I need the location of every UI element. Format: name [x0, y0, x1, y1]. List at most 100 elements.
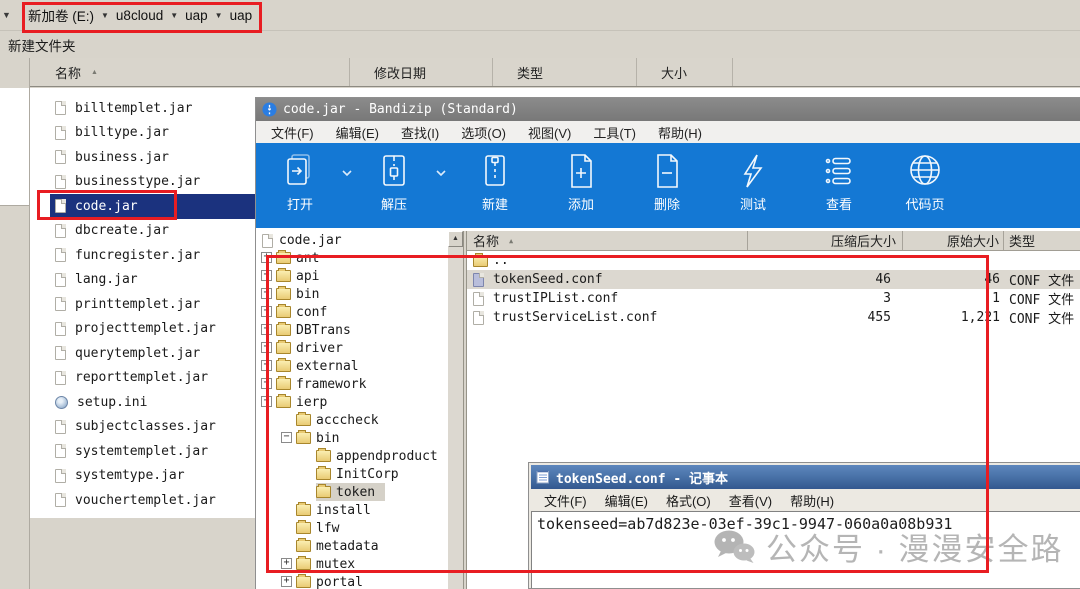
archive-row-trustiplist[interactable]: trustIPList.conf 3 1 CONF 文件 [467, 289, 1080, 308]
menu-options[interactable]: 选项(O) [450, 123, 517, 142]
folder-icon [296, 576, 311, 588]
test-archive-button[interactable]: 测试 [710, 149, 796, 213]
menu-view[interactable]: 查看(V) [720, 491, 781, 510]
column-header-date[interactable]: 修改日期 [350, 58, 493, 86]
menu-file[interactable]: 文件(F) [535, 491, 596, 510]
tree-node-lfw[interactable]: lfw [256, 519, 448, 537]
menu-find[interactable]: 查找(I) [390, 123, 450, 142]
file-icon [55, 420, 66, 434]
archive-column-compressed[interactable]: 压缩后大小 [748, 231, 903, 250]
menu-edit[interactable]: 编辑(E) [325, 123, 390, 142]
notepad-text-area[interactable]: tokenseed=ab7d823e-03ef-39c1-9947-060a0a… [531, 511, 1080, 588]
tree-node-dbtrans[interactable]: DBTrans [256, 321, 448, 339]
breadcrumb-segment-drive[interactable]: 新加卷 (E:) [28, 5, 94, 25]
open-button[interactable]: 打开 [264, 149, 336, 213]
expand-plus-icon[interactable] [281, 558, 292, 569]
expand-plus-icon[interactable] [281, 576, 292, 587]
tree-node-external[interactable]: external [256, 357, 448, 375]
conf-file-icon [473, 311, 484, 325]
tree-node-driver[interactable]: driver [256, 339, 448, 357]
expand-plus-icon[interactable] [261, 252, 272, 263]
folder-icon [276, 324, 291, 336]
tree-node-mutex[interactable]: mutex [256, 555, 448, 573]
tree-node-install[interactable]: install [256, 501, 448, 519]
notepad-title-bar[interactable]: tokenSeed.conf - 记事本 [531, 465, 1080, 489]
delete-files-icon [647, 151, 687, 191]
expand-plus-icon[interactable] [261, 378, 272, 389]
collapse-minus-icon[interactable] [261, 396, 272, 407]
bandizip-logo-icon [262, 102, 277, 117]
new-folder-button[interactable]: 新建文件夹 [8, 35, 76, 55]
tree-root-node[interactable]: code.jar [256, 231, 448, 249]
tree-node-ierp[interactable]: ierp [256, 393, 448, 411]
bandizip-title-bar[interactable]: code.jar - Bandizip (Standard) [256, 98, 1080, 121]
codepage-button[interactable]: 代码页 [882, 149, 968, 213]
folder-icon [316, 486, 331, 498]
token-seed-content: tokenseed=ab7d823e-03ef-39c1-9947-060a0a… [537, 515, 1080, 533]
column-header-name[interactable]: 名称 [30, 58, 350, 86]
extract-dropdown-chevron[interactable] [430, 149, 452, 197]
breadcrumb-segment-uap[interactable]: uap [185, 8, 208, 23]
tree-node-token-selected[interactable]: token [256, 483, 448, 501]
view-list-button[interactable]: 查看 [796, 149, 882, 213]
file-icon [55, 346, 66, 360]
folder-icon [276, 252, 291, 264]
chevron-down-icon[interactable] [215, 11, 223, 20]
menu-format[interactable]: 格式(O) [657, 491, 720, 510]
expand-plus-icon[interactable] [261, 288, 272, 299]
expand-plus-icon[interactable] [261, 342, 272, 353]
menu-help[interactable]: 帮助(H) [781, 491, 843, 510]
tree-node-portal[interactable]: portal [256, 573, 448, 589]
extract-button[interactable]: 解压 [358, 149, 430, 213]
add-files-button[interactable]: 添加 [538, 149, 624, 213]
folder-icon [276, 288, 291, 300]
archive-column-name[interactable]: 名称 [467, 231, 748, 250]
tree-node-bin[interactable]: bin [256, 285, 448, 303]
expand-plus-icon[interactable] [261, 306, 272, 317]
folder-icon [316, 468, 331, 480]
archive-column-type[interactable]: 类型 [1004, 231, 1080, 250]
menu-edit[interactable]: 编辑(E) [596, 491, 657, 510]
file-icon [55, 444, 66, 458]
screenshot-root: 新加卷 (E:) u8cloud uap uap 新建文件夹 名称 修改日期 类… [0, 0, 1080, 589]
archive-row-tokenseed[interactable]: tokenSeed.conf 46 46 CONF 文件 [467, 270, 1080, 289]
tree-node-bin2[interactable]: bin [256, 429, 448, 447]
breadcrumb: 新加卷 (E:) u8cloud uap uap [28, 5, 252, 25]
menu-file[interactable]: 文件(F) [260, 123, 325, 142]
chevron-down-icon[interactable] [170, 11, 178, 20]
address-bar[interactable]: 新加卷 (E:) u8cloud uap uap [0, 0, 1080, 30]
tree-node-framework[interactable]: framework [256, 375, 448, 393]
column-header-type[interactable]: 类型 [493, 58, 637, 86]
tree-node-acccheck[interactable]: acccheck [256, 411, 448, 429]
tree-scrollbar[interactable] [448, 231, 463, 589]
chevron-down-icon[interactable] [101, 11, 109, 20]
menu-help[interactable]: 帮助(H) [647, 123, 713, 142]
conf-file-icon [473, 273, 484, 287]
tree-node-appendproduct[interactable]: appendproduct [256, 447, 448, 465]
column-header-size[interactable]: 大小 [637, 58, 733, 86]
tree-node-api[interactable]: api [256, 267, 448, 285]
breadcrumb-segment-uap2[interactable]: uap [230, 8, 253, 23]
archive-column-original[interactable]: 原始大小 [903, 231, 1004, 250]
tree-node-initcorp[interactable]: InitCorp [256, 465, 448, 483]
scroll-up-arrow-icon[interactable] [448, 231, 463, 247]
archive-row-trustservicelist[interactable]: trustServiceList.conf 455 1,221 CONF 文件 [467, 308, 1080, 327]
tree-node-conf[interactable]: conf [256, 303, 448, 321]
dropdown-caret-icon[interactable] [0, 10, 14, 20]
new-archive-button[interactable]: 新建 [452, 149, 538, 213]
explorer-command-bar: 新建文件夹 [0, 30, 1080, 58]
menu-view[interactable]: 视图(V) [517, 123, 582, 142]
expand-plus-icon[interactable] [261, 324, 272, 335]
notepad-window: tokenSeed.conf - 记事本 文件(F) 编辑(E) 格式(O) 查… [528, 462, 1080, 589]
expand-plus-icon[interactable] [261, 360, 272, 371]
menu-tools[interactable]: 工具(T) [582, 123, 647, 142]
breadcrumb-segment-u8cloud[interactable]: u8cloud [116, 8, 163, 23]
tree-node-metadata[interactable]: metadata [256, 537, 448, 555]
open-dropdown-chevron[interactable] [336, 149, 358, 197]
tree-node-ant[interactable]: ant [256, 249, 448, 267]
delete-files-button[interactable]: 删除 [624, 149, 710, 213]
expand-plus-icon[interactable] [261, 270, 272, 281]
archive-row-up[interactable]: .. [467, 251, 1080, 270]
test-archive-icon [733, 151, 773, 191]
collapse-minus-icon[interactable] [281, 432, 292, 443]
